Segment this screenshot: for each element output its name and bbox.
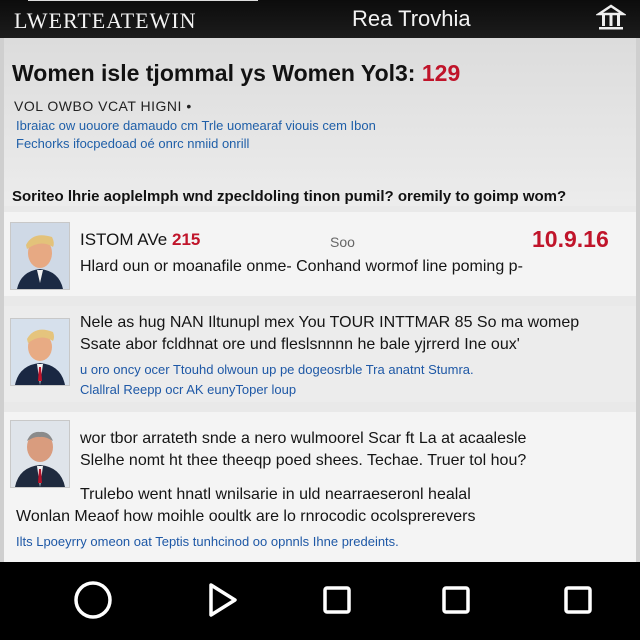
story-item-2[interactable]: Nele as hug NAN Iltunupl mex You TOUR IN… (4, 306, 636, 402)
article-feed[interactable]: Women isle tjommal ys Women Yol3: 129 VO… (0, 38, 640, 562)
app-header: LWERTEATEWIN Rea Trovhia (0, 0, 640, 38)
play-icon[interactable] (192, 570, 252, 630)
story-1-number-right: 10.9.16 (532, 226, 609, 252)
story-1-middle: Soo (330, 234, 355, 250)
story-1-line[interactable]: Hlard oun or moanafile onme- Conhand wor… (80, 258, 523, 276)
logo-rule (28, 0, 258, 7)
feed-header: Women isle tjommal ys Women Yol3: 129 VO… (4, 38, 636, 206)
story-3-line-3: Trulebo went hnatl wnilsarie in uld near… (80, 486, 471, 503)
person-portrait-icon (11, 223, 69, 289)
story-2-link-1[interactable]: u oro oncy ocer Ttouhd olwoun up pe doge… (80, 362, 474, 377)
square-icon[interactable] (426, 570, 486, 630)
page-headline[interactable]: Women isle tjommal ys Women Yol3: 129 (12, 60, 460, 87)
square-icon[interactable] (548, 570, 608, 630)
square-icon[interactable] (307, 570, 367, 630)
system-nav-bar (0, 562, 640, 640)
story-3-line-4: Wonlan Meaof how moihle ooultk are lo rn… (16, 508, 476, 525)
headline-text: Women isle tjommal ys Women Yol3: (12, 60, 416, 86)
story-1-label: ISTOM AVe (80, 230, 168, 249)
story-1-label-row: ISTOM AVe 215 (80, 230, 200, 250)
story-1-number-left: 215 (171, 230, 201, 249)
story-thumbnail-2[interactable] (10, 318, 70, 386)
story-thumbnail-1[interactable] (10, 222, 70, 290)
app-title: Rea Trovhia (352, 6, 471, 31)
header-link-1[interactable]: Ibraiac ow uouore damaudo cm Trle uomear… (16, 118, 376, 133)
story-3-line-1[interactable]: wor tbor arrateth snde a nero wulmoorel … (80, 430, 526, 448)
section-kicker: VOL OWBO VCAT HIGNI • (14, 98, 192, 114)
feed-question[interactable]: Soriteo lhrie aoplelmph wnd zpecldoling … (12, 188, 566, 205)
story-thumbnail-3[interactable] (10, 420, 70, 488)
person-portrait-icon (11, 319, 69, 385)
circle-icon[interactable] (63, 570, 123, 630)
headline-number: 129 (421, 60, 461, 86)
story-3-line-2: Slelhe nomt ht thee theeqp poed shees. T… (80, 452, 527, 469)
header-link-2[interactable]: Fechorks ifocpedoad oé onrc nmiid onrill (16, 136, 249, 151)
story-3-link-1[interactable]: Ilts Lpoeyrry omeon oat Teptis tunhcinod… (16, 534, 399, 549)
person-portrait-icon (11, 421, 69, 487)
home-columns-icon[interactable] (596, 2, 626, 32)
story-2-link-2[interactable]: Clallral Reepp ocr AK eunyToper loup (80, 382, 296, 397)
site-logo[interactable]: LWERTEATEWIN (14, 8, 197, 34)
story-item-1[interactable]: ISTOM AVe 215 Soo 10.9.16 Hlard oun or m… (4, 212, 636, 296)
story-2-line-1[interactable]: Nele as hug NAN Iltunupl mex You TOUR IN… (80, 314, 579, 332)
story-item-3[interactable]: wor tbor arrateth snde a nero wulmoorel … (4, 412, 636, 562)
story-2-line-2: Ssate abor fcldhnat ore und fleslsnnnn h… (80, 336, 520, 353)
